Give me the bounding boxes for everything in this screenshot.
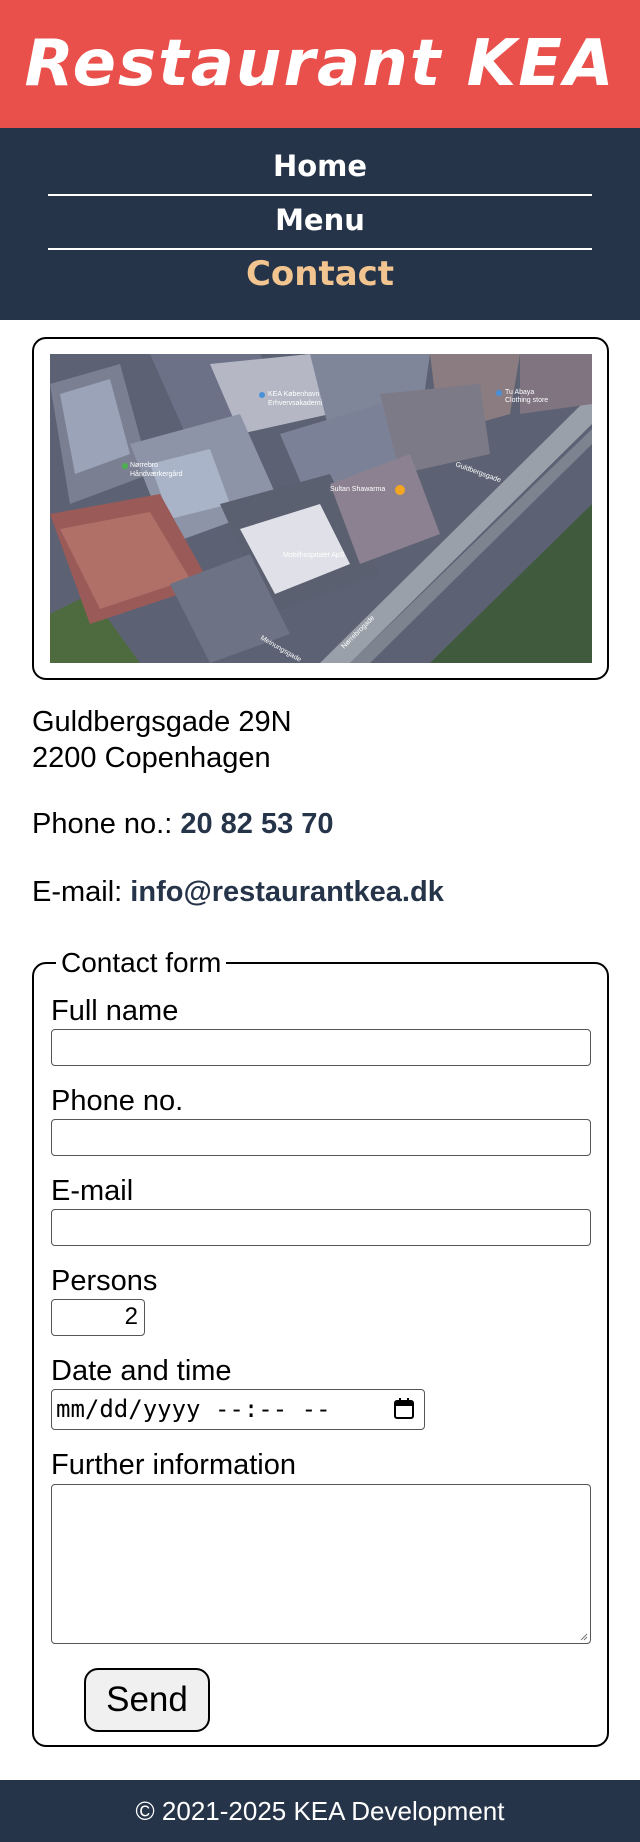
map-pin-icon [496,390,502,396]
nav-item-menu[interactable]: Menu [48,194,592,246]
phone-input[interactable] [51,1119,591,1156]
phone-label: Phone no.: [32,808,173,840]
nav-item-home[interactable]: Home [48,140,592,192]
site-footer: © 2021-2025 KEA Development [0,1780,640,1842]
map-label: Clothing store [505,397,548,404]
map-label: KEA København [268,391,319,398]
send-button[interactable]: Send [84,1668,210,1732]
main-nav: Home Menu Contact [0,128,640,320]
address: Guldbergsgade 29N 2200 Copenhagen [32,704,292,776]
phone-field-label: Phone no. [51,1085,184,1117]
map-pin-icon [122,463,128,469]
info-textarea[interactable] [51,1484,591,1644]
persons-label: Persons [51,1265,158,1297]
satellite-map[interactable]: KEA København Erhvervsakademi Nørrebro H… [50,354,592,663]
datetime-placeholder: mm/dd/yyyy --:-- -- [56,1395,331,1423]
datetime-input[interactable]: mm/dd/yyyy --:-- -- [51,1389,425,1430]
address-street: Guldbergsgade 29N [32,706,292,738]
phone-line: Phone no.: 20 82 53 70 [32,806,334,842]
email-link[interactable]: info@restaurantkea.dk [130,876,444,908]
persons-input[interactable]: 2 [51,1299,145,1336]
email-field-label: E-mail [51,1175,134,1207]
contact-form: Contact form Full name Phone no. E-mail … [32,948,609,1747]
map-pin-icon [395,485,405,495]
address-city: 2200 Copenhagen [32,742,271,774]
map-label: Håndværkergård [130,470,183,478]
resize-grip-icon[interactable] [580,1633,588,1641]
map-frame: KEA København Erhvervsakademi Nørrebro H… [32,337,609,680]
email-label: E-mail: [32,876,123,908]
footer-copyright: © 2021-2025 KEA Development [135,1796,505,1826]
nav-item-contact[interactable]: Contact [48,248,592,300]
full-name-label: Full name [51,995,179,1027]
map-label: Sultan Shawarma [330,486,385,493]
site-header: Restaurant KEA [0,0,640,128]
datetime-label: Date and time [51,1355,232,1387]
calendar-icon[interactable] [393,1398,415,1420]
email-input[interactable] [51,1209,591,1246]
info-label: Further information [51,1449,296,1481]
map-label: Erhvervsakademi [268,400,323,407]
map-pin-icon [259,392,265,398]
phone-link[interactable]: 20 82 53 70 [180,808,333,840]
map-label: Nørrebro [130,462,158,469]
email-line: E-mail: info@restaurantkea.dk [32,874,444,910]
map-label: Mobilhospitalet ApS [283,552,345,559]
form-legend: Contact form [56,948,227,978]
site-title: Restaurant KEA [24,27,616,101]
full-name-input[interactable] [51,1029,591,1066]
map-label: Tu Abaya [505,389,534,396]
